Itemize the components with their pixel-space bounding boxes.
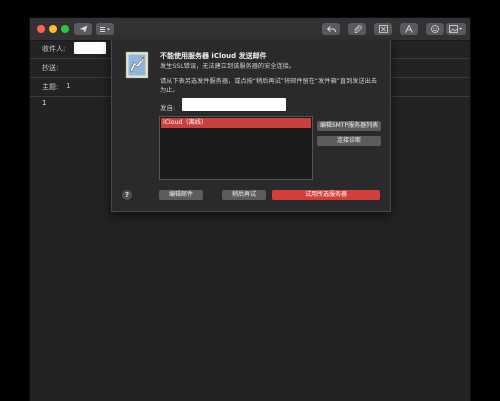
sender-label: 发自: bbox=[160, 104, 176, 112]
to-label: 收件人: bbox=[42, 45, 66, 53]
paper-plane-icon bbox=[79, 25, 87, 33]
mail-stamp-icon bbox=[125, 51, 149, 79]
remove-button[interactable] bbox=[374, 23, 392, 35]
close-window-button[interactable] bbox=[37, 25, 45, 33]
edit-smtp-list-button[interactable]: 编辑SMTP服务器列表 bbox=[317, 121, 381, 131]
message-body[interactable]: 1 bbox=[42, 99, 46, 107]
smiley-icon bbox=[431, 25, 439, 33]
try-later-button[interactable]: 稍后再试 bbox=[222, 190, 266, 200]
subject-label: 主题: bbox=[42, 83, 59, 91]
reply-arrow-icon bbox=[326, 25, 336, 32]
reply-button[interactable] bbox=[322, 23, 340, 35]
subject-input[interactable]: 1 bbox=[66, 82, 70, 90]
format-button[interactable] bbox=[400, 23, 418, 35]
dialog-subtitle: 发生SSL错误，无法建立到该服务器的安全连接。 bbox=[160, 63, 296, 70]
sender-input[interactable] bbox=[182, 98, 286, 111]
toolbar bbox=[30, 18, 470, 41]
to-input[interactable] bbox=[74, 42, 106, 54]
paperclip-icon bbox=[353, 24, 362, 33]
connection-doctor-button[interactable]: 连接诊断 bbox=[317, 136, 381, 146]
cc-label: 抄送: bbox=[42, 64, 59, 72]
x-box-icon bbox=[378, 25, 388, 33]
server-item-icloud[interactable]: iCloud（离线） bbox=[161, 118, 311, 128]
header-fields-icon bbox=[100, 26, 110, 32]
emoji-button[interactable] bbox=[426, 23, 444, 35]
server-list[interactable]: iCloud（离线） bbox=[159, 116, 313, 180]
minimize-window-button[interactable] bbox=[49, 25, 57, 33]
send-error-dialog: 不能使用服务器 iCloud 发送邮件 发生SSL错误，无法建立到该服务器的安全… bbox=[111, 40, 391, 212]
send-button[interactable] bbox=[74, 23, 92, 35]
photo-icon bbox=[449, 25, 462, 33]
font-icon bbox=[405, 25, 413, 33]
help-button[interactable]: ? bbox=[122, 190, 132, 200]
edit-message-button[interactable]: 编辑邮件 bbox=[159, 190, 203, 200]
photo-browser-button[interactable] bbox=[446, 23, 466, 35]
attach-button[interactable] bbox=[348, 23, 366, 35]
zoom-window-button[interactable] bbox=[61, 25, 69, 33]
dialog-info: 请从下表另选发件服务器，或点按“稍后再试”将邮件留在“发件箱”直到发送出去为止。 bbox=[160, 78, 378, 94]
dialog-title: 不能使用服务器 iCloud 发送邮件 bbox=[160, 52, 267, 60]
try-selected-server-button[interactable]: 试用所选服务器 bbox=[272, 190, 380, 200]
header-fields-button[interactable] bbox=[96, 23, 114, 35]
